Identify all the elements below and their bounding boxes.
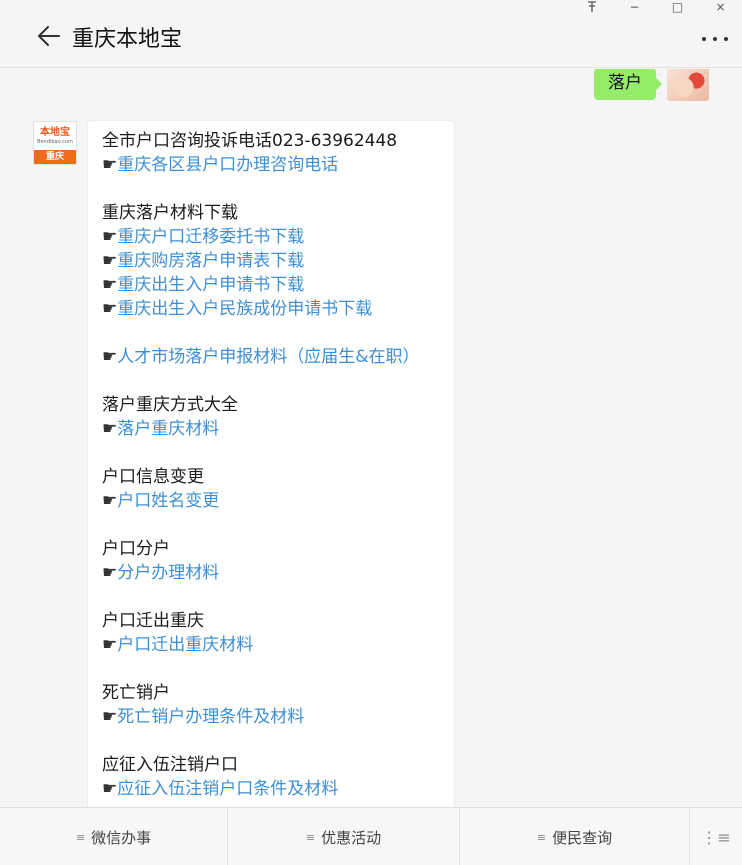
link-text: 重庆出生入户民族成份申请书下载: [117, 299, 373, 319]
link-text: 人才市场落户申报材料（应届生&在职）: [117, 347, 420, 367]
pin-icon[interactable]: [570, 0, 613, 14]
pointing-hand-icon: ☛: [102, 563, 118, 583]
pointing-hand-icon: ☛: [102, 491, 118, 511]
pointing-hand-icon: ☛: [102, 347, 118, 367]
link-text: 应征入伍注销户口条件及材料: [117, 779, 339, 799]
link-text: 户口姓名变更: [117, 491, 220, 511]
line-spacer: [102, 369, 440, 393]
line-spacer: [102, 729, 440, 753]
pointing-hand-icon: ☛: [102, 227, 118, 247]
window-controls: − □ ×: [570, 0, 742, 14]
my-message-bubble: 落户: [594, 69, 662, 100]
message-text: 应征入伍注销户口: [102, 755, 238, 775]
link-text: 重庆户口迁移委托书下载: [117, 227, 305, 247]
line-spacer: [102, 177, 440, 201]
message-link[interactable]: ☛重庆户口迁移委托书下载: [102, 225, 440, 249]
chat-title: 重庆本地宝: [72, 27, 183, 52]
line-spacer: [102, 441, 440, 465]
pointing-hand-icon: ☛: [102, 707, 118, 727]
line-spacer: [102, 657, 440, 681]
bot-avatar[interactable]: 本地宝 Bendibao.com 重庆: [33, 121, 77, 165]
message-text: 死亡销户: [102, 683, 170, 703]
menu-label: 便民查询: [552, 828, 613, 847]
bottom-menu: ≡ 微信办事 ≡ 优惠活动 ≡ 便民查询 ⋮≡: [0, 807, 742, 865]
message-link[interactable]: ☛重庆出生入户申请书下载: [102, 273, 440, 297]
line-spacer: [102, 321, 440, 345]
menu-public-query[interactable]: ≡ 便民查询: [460, 808, 690, 865]
link-text: 死亡销户办理条件及材料: [117, 707, 305, 727]
pointing-hand-icon: ☛: [102, 299, 118, 319]
pointing-hand-icon: ☛: [102, 779, 118, 799]
menu-icon: ≡: [75, 830, 86, 844]
pointing-hand-icon: ☛: [102, 635, 118, 655]
close-icon[interactable]: ×: [699, 0, 742, 14]
my-avatar[interactable]: [667, 69, 709, 101]
pointing-hand-icon: ☛: [102, 419, 118, 439]
menu-icon: ≡: [536, 830, 547, 844]
pointing-hand-icon: ☛: [102, 251, 118, 271]
menu-promotions[interactable]: ≡ 优惠活动: [228, 808, 460, 865]
message-link[interactable]: ☛分户办理材料: [102, 561, 440, 585]
message-text: 户口迁出重庆: [102, 611, 204, 631]
message-link[interactable]: ☛死亡销户办理条件及材料: [102, 705, 440, 729]
message-link[interactable]: ☛人才市场落户申报材料（应届生&在职）: [102, 345, 440, 369]
bot-message-bubble: 全市户口咨询投诉电话023-63962448 ☛重庆各区县户口办理咨询电话 重庆落户…: [87, 120, 455, 807]
more-options-icon[interactable]: [702, 34, 728, 44]
menu-label: 优惠活动: [321, 828, 382, 847]
pointing-hand-icon: ☛: [102, 275, 118, 295]
menu-label: 微信办事: [91, 828, 152, 847]
keyboard-toggle-icon[interactable]: ⋮≡: [690, 808, 742, 865]
message-link[interactable]: ☛重庆各区县户口办理咨询电话: [102, 153, 440, 177]
message-link[interactable]: ☛落户重庆材料: [102, 417, 440, 441]
avatar-city-label: 重庆: [34, 150, 76, 164]
link-text: 重庆各区县户口办理咨询电话: [117, 155, 339, 175]
message-link[interactable]: ☛户口迁出重庆材料: [102, 633, 440, 657]
chat-area: 落户 本地宝 Bendibao.com 重庆 全市户口咨询投诉电话023-639…: [0, 69, 742, 807]
minimize-icon[interactable]: −: [613, 0, 656, 14]
back-arrow-icon[interactable]: [36, 24, 62, 48]
link-text: 落户重庆材料: [117, 419, 220, 439]
message-text: 户口分户: [102, 539, 170, 559]
maximize-icon[interactable]: □: [656, 0, 699, 14]
message-text: 重庆落户材料下载: [102, 203, 238, 223]
message-link[interactable]: ☛重庆购房落户申请表下载: [102, 249, 440, 273]
bendibao-logo: 本地宝 Bendibao.com: [37, 127, 73, 145]
message-link[interactable]: ☛重庆出生入户民族成份申请书下载: [102, 297, 440, 321]
pointing-hand-icon: ☛: [102, 155, 118, 175]
message-text: 落户重庆方式大全: [102, 395, 238, 415]
message-link[interactable]: ☛应征入伍注销户口条件及材料: [102, 777, 440, 801]
line-spacer: [102, 513, 440, 537]
message-link[interactable]: ☛户口姓名变更: [102, 489, 440, 513]
message-text: 全市户口咨询投诉电话023-63962448: [102, 131, 398, 151]
link-text: 户口迁出重庆材料: [117, 635, 254, 655]
menu-icon: ≡: [305, 830, 316, 844]
link-text: 重庆出生入户申请书下载: [117, 275, 305, 295]
link-text: 重庆购房落户申请表下载: [117, 251, 305, 271]
message-text: 户口信息变更: [102, 467, 204, 487]
link-text: 分户办理材料: [117, 563, 220, 583]
menu-wechat-affairs[interactable]: ≡ 微信办事: [0, 808, 228, 865]
line-spacer: [102, 585, 440, 609]
